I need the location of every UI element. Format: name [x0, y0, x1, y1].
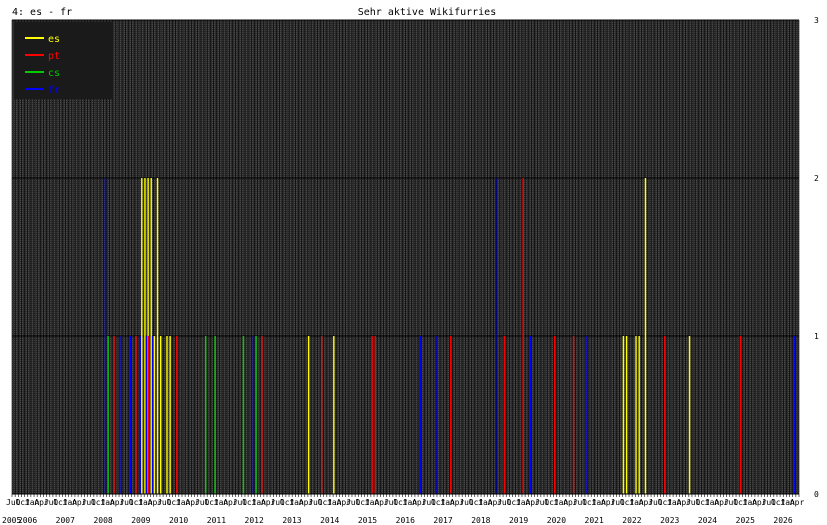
- bar-pt: [664, 336, 666, 494]
- bar-pt: [374, 336, 376, 494]
- bar-es: [169, 336, 171, 494]
- bar-pt: [113, 336, 115, 494]
- y-tick-label: 2: [814, 174, 819, 183]
- bar-pt: [261, 336, 263, 494]
- bar-pt: [135, 336, 137, 494]
- x-year-label: 2014: [320, 516, 339, 525]
- bar-cs: [255, 336, 257, 494]
- bar-es: [159, 336, 162, 494]
- bar-es: [141, 178, 143, 494]
- bar-fr: [145, 336, 148, 494]
- x-year-label: 2008: [93, 516, 112, 525]
- y-tick-label: 1: [814, 332, 819, 341]
- x-month-label: Apr: [790, 498, 805, 507]
- chart-title: Sehr aktive Wikifurries: [358, 7, 496, 18]
- bar-fr: [794, 336, 796, 494]
- bar-pt: [320, 336, 323, 494]
- bar-pt: [503, 336, 505, 494]
- x-year-label: 2009: [131, 516, 150, 525]
- bar-pt: [522, 178, 524, 494]
- corner-label: 4: es - fr: [12, 7, 72, 18]
- bar-cs: [107, 336, 109, 494]
- bar-fr: [586, 336, 588, 494]
- bar-pt: [371, 336, 373, 494]
- x-year-label: 2024: [698, 516, 717, 525]
- bar-es: [153, 336, 156, 494]
- bar-fr: [139, 336, 141, 494]
- x-year-label: 2017: [433, 516, 452, 525]
- bar-fr: [419, 336, 421, 494]
- x-year-label: 2018: [471, 516, 490, 525]
- x-year-label: 2010: [169, 516, 188, 525]
- bar-es: [644, 178, 647, 494]
- bar-es: [144, 178, 146, 494]
- bar-cs: [242, 336, 245, 494]
- bar-es: [638, 336, 640, 494]
- legend-box: [14, 22, 113, 99]
- x-year-label: 2011: [207, 516, 226, 525]
- x-year-label: 2026: [773, 516, 792, 525]
- bar-cs: [204, 336, 207, 494]
- x-year-label: 2006: [18, 516, 37, 525]
- bar-es: [150, 178, 152, 494]
- bar-pt: [739, 336, 742, 494]
- bar-es: [307, 336, 310, 494]
- x-year-label: 2013: [282, 516, 301, 525]
- x-year-label: 2012: [245, 516, 264, 525]
- bar-es: [625, 336, 628, 494]
- bar-cs: [214, 336, 216, 494]
- bar-fr: [120, 336, 122, 494]
- bar-pt: [553, 336, 556, 494]
- x-year-label: 2007: [56, 516, 75, 525]
- bar-fr: [252, 336, 255, 494]
- y-tick-label: 3: [814, 16, 819, 25]
- bar-es: [166, 336, 168, 494]
- bar-es: [333, 336, 335, 494]
- x-year-label: 2019: [509, 516, 528, 525]
- bar-pt: [450, 336, 452, 494]
- bar-pt: [572, 336, 575, 494]
- bar-fr: [129, 336, 132, 494]
- bar-es: [622, 336, 625, 494]
- legend-label-cs: cs: [48, 68, 60, 79]
- x-year-label: 2025: [736, 516, 755, 525]
- x-year-label: 2016: [396, 516, 415, 525]
- x-year-label: 2021: [585, 516, 604, 525]
- bar-fr: [104, 178, 107, 494]
- x-year-label: 2022: [622, 516, 641, 525]
- bar-fr: [495, 178, 497, 494]
- legend-label-es: es: [48, 34, 60, 45]
- bar-pt: [176, 336, 178, 494]
- legend-label-fr: fr: [48, 85, 60, 96]
- bar-es: [635, 336, 637, 494]
- x-year-label: 2020: [547, 516, 566, 525]
- bar-fr: [435, 336, 437, 494]
- bar-es: [688, 336, 691, 494]
- x-year-label: 2015: [358, 516, 377, 525]
- bar-pt: [147, 336, 150, 494]
- x-year-label: 2023: [660, 516, 679, 525]
- bar-es: [156, 178, 159, 494]
- bar-fr: [529, 336, 532, 494]
- bar-fr: [151, 336, 154, 494]
- legend-label-pt: pt: [48, 51, 60, 62]
- y-tick-label: 0: [814, 490, 819, 499]
- chart: 4: es - fr Sehr aktive Wikifurries 0123 …: [2, 7, 819, 525]
